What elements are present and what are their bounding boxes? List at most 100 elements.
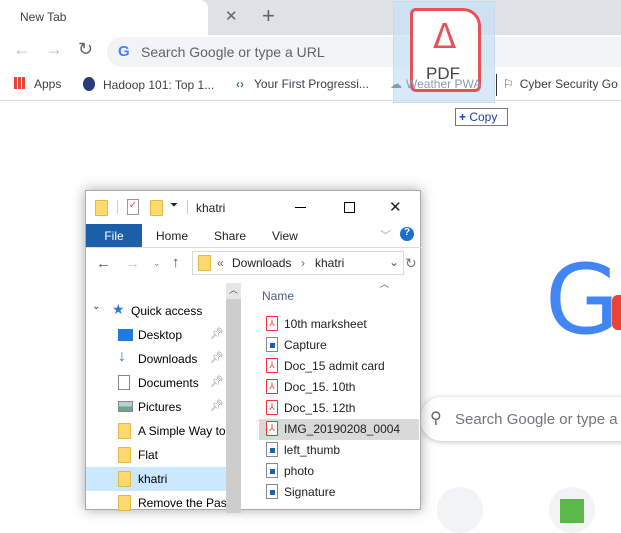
file-row[interactable]: photo (259, 461, 419, 482)
ribbon-tab-home[interactable]: Home (156, 229, 188, 243)
omnibox[interactable]: G Search Google or type a URL (107, 37, 621, 67)
nav-label: A Simple Way to (138, 424, 226, 438)
address-bar[interactable]: « Downloads › khatri ⌄ (192, 251, 404, 275)
file-name: Capture (284, 338, 327, 352)
pin-icon[interactable]: 📌︎ (210, 351, 224, 364)
new-folder-icon[interactable] (150, 200, 163, 216)
file-row[interactable]: left_thumb (259, 440, 419, 461)
file-row[interactable]: ⅄ 10th marksheet (259, 314, 419, 335)
search-icon: ⚲ (430, 410, 442, 427)
minimize-button[interactable] (295, 207, 306, 208)
breadcrumb-separator[interactable]: › (301, 256, 305, 270)
file-name: photo (284, 464, 315, 478)
up-icon[interactable]: ↑ (172, 254, 180, 271)
nav-desktop[interactable]: Desktop 📌︎ (86, 323, 226, 347)
recent-locations-icon[interactable]: ⌄ (153, 258, 161, 269)
file-row[interactable]: ⅄ Doc_15. 10th (259, 377, 419, 398)
bookmark-label: Weather PWA (406, 77, 482, 91)
nav-khatri-selected[interactable]: khatri (86, 467, 226, 491)
expand-ribbon-icon[interactable]: ﹀ (380, 227, 391, 243)
maximize-button[interactable] (344, 202, 355, 213)
bookmark-weather[interactable]: ☁ Weather PWA (390, 77, 481, 91)
plus-icon: + (459, 110, 470, 124)
toolbar: ← → ↻ G Search Google or type a URL (0, 35, 621, 69)
bookmark-label: Apps (34, 77, 62, 91)
file-row[interactable]: Signature (259, 482, 419, 503)
bookmark-progressive[interactable]: ‹› Your First Progressi... (236, 77, 369, 91)
bookmarks-bar: Apps Hadoop 101: Top 1... ‹› Your First P… (0, 69, 621, 101)
file-row[interactable]: ⅄ IMG_20190208_0004 (259, 419, 419, 440)
close-icon[interactable]: ✕ (225, 7, 238, 25)
nav-scrollbar[interactable]: ︿ (226, 283, 241, 513)
code-icon: ‹› (236, 77, 244, 91)
nav-label: Quick access (131, 304, 203, 318)
file-row[interactable]: Capture (259, 335, 419, 356)
file-name: 10th marksheet (284, 317, 367, 331)
search-placeholder: Search Google or type a (455, 411, 618, 428)
google-search-box[interactable]: ⚲ Search Google or type a (420, 397, 621, 441)
column-header-name[interactable]: Name (262, 289, 294, 303)
breadcrumb-overflow[interactable]: « (217, 256, 224, 270)
bookmark-label: Hadoop 101: Top 1... (103, 78, 215, 92)
nav-pictures[interactable]: Pictures 📌︎ (86, 395, 226, 419)
refresh-icon[interactable]: ↻ (405, 255, 417, 272)
ribbon-tab-file[interactable]: File (86, 224, 142, 247)
navigation-pane: ⌄ ★ Quick access Desktop 📌︎ ↓ Downloads 📌︎ D… (86, 283, 241, 513)
pin-icon[interactable]: 📌︎ (210, 375, 224, 388)
apps-grid-icon (14, 77, 26, 89)
pin-icon[interactable]: 📌︎ (210, 327, 224, 340)
forward-icon[interactable]: → (45, 39, 63, 60)
document-icon (118, 375, 130, 390)
tab-strip: New Tab ✕ + (0, 0, 621, 35)
tab-title: New Tab (20, 10, 67, 24)
omnibox-placeholder: Search Google or type a URL (141, 44, 325, 60)
folder-icon (95, 200, 108, 216)
reload-icon[interactable]: ↻ (78, 39, 93, 60)
folder-icon (118, 471, 131, 487)
back-icon[interactable]: ← (96, 255, 111, 272)
nav-documents[interactable]: Documents 📌︎ (86, 371, 226, 395)
nav-label: Remove the Pas (138, 496, 226, 510)
pdf-icon: ⅄ (266, 400, 278, 415)
plus-icon[interactable]: + (262, 3, 275, 29)
file-name: Doc_15. 10th (284, 380, 356, 394)
nav-folder[interactable]: Flat (86, 443, 226, 467)
back-icon[interactable]: ← (13, 39, 31, 60)
weather-icon: ☁ (390, 77, 402, 91)
drop-indicator (496, 74, 497, 96)
google-logo-o (612, 295, 621, 330)
close-button[interactable]: ✕ (389, 198, 402, 216)
folder-icon (198, 255, 211, 271)
ribbon-tab-view[interactable]: View (272, 229, 298, 243)
image-file-icon (266, 442, 278, 457)
breadcrumb-downloads[interactable]: Downloads (232, 256, 291, 270)
forward-icon[interactable]: → (125, 255, 140, 272)
shortcut-tile[interactable] (437, 487, 483, 533)
nav-folder[interactable]: A Simple Way to (86, 419, 226, 443)
breadcrumb-khatri[interactable]: khatri (315, 256, 344, 270)
nav-quick-access[interactable]: ★ Quick access (86, 299, 226, 323)
ribbon-tab-share[interactable]: Share (214, 229, 246, 243)
pin-icon[interactable]: 📌︎ (210, 399, 224, 412)
nav-folder[interactable]: Remove the Pas (86, 491, 226, 515)
title-bar: ✓ ⏷ khatri ✕ (86, 191, 422, 225)
bookmark-hadoop[interactable]: Hadoop 101: Top 1... (83, 77, 214, 92)
scroll-up-icon[interactable]: ︿ (226, 283, 241, 299)
google-logo: G (545, 244, 620, 356)
help-icon[interactable]: ? (400, 227, 414, 241)
file-row[interactable]: ⅄ Doc_15 admit card (259, 356, 419, 377)
image-file-icon (266, 463, 278, 478)
customize-toolbar-icon[interactable]: ⏷ (170, 200, 178, 211)
properties-icon[interactable]: ✓ (127, 199, 139, 215)
bookmark-cyber[interactable]: ⚐ Cyber Security Go (503, 77, 618, 91)
window-title: khatri (196, 201, 226, 215)
chevron-down-icon[interactable]: ⌄ (389, 255, 399, 269)
shortcut-tile[interactable] (549, 487, 595, 533)
nav-label: khatri (138, 472, 168, 486)
file-row[interactable]: ⅄ Doc_15. 12th (259, 398, 419, 419)
nav-label: Pictures (138, 400, 182, 414)
tab-new-tab[interactable]: New Tab ✕ (0, 0, 238, 35)
nav-downloads[interactable]: ↓ Downloads 📌︎ (86, 347, 226, 371)
bookmark-apps[interactable]: Apps (14, 77, 61, 91)
nav-label: Flat (138, 448, 159, 462)
